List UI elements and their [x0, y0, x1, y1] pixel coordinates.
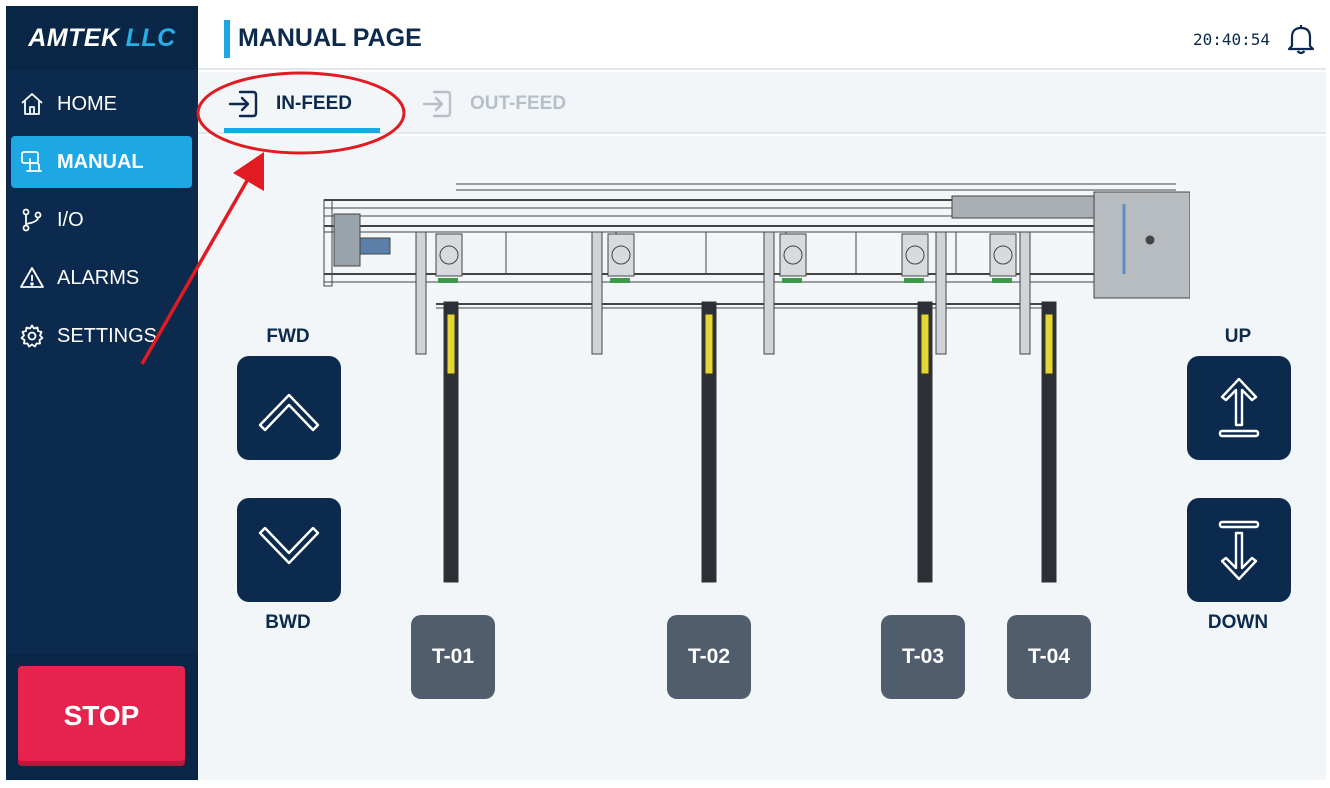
sidebar-item-home[interactable]: HOME [11, 78, 192, 130]
clock: 20:40:54 [1192, 30, 1270, 49]
fwd-label: FWD [266, 326, 310, 347]
gear-icon [20, 324, 44, 348]
sidebar-item-label: I/O [57, 208, 84, 231]
sidebar-item-manual[interactable]: MANUAL [11, 136, 192, 188]
title-accent-bar [224, 20, 230, 58]
sidebar-item-label: ALARMS [57, 266, 140, 289]
down-label: DOWN [1207, 612, 1269, 633]
bwd-label: BWD [265, 612, 311, 633]
forward-button[interactable] [237, 356, 341, 460]
page-title: MANUAL PAGE [238, 24, 422, 52]
sidebar-item-label: HOME [57, 92, 117, 115]
io-branch-icon [22, 208, 42, 232]
sidebar-item-label: SETTINGS [57, 324, 158, 347]
conveyor-machine-drawing [323, 183, 1190, 583]
arrow-down-icon [1218, 520, 1260, 581]
up-button[interactable] [1187, 356, 1291, 460]
home-icon [21, 93, 43, 115]
sidebar-item-settings[interactable]: SETTINGS [11, 310, 192, 362]
chevron-down-icon [258, 526, 320, 565]
sidebar-item-io[interactable]: I/O [11, 194, 192, 246]
backward-button[interactable] [237, 498, 341, 602]
brand-logo: AMTEK LLC [6, 6, 198, 70]
stop-button[interactable]: STOP [18, 666, 185, 766]
arrow-up-icon [1218, 377, 1260, 438]
tower-button-t03[interactable]: T-03 [881, 615, 965, 699]
stop-area: STOP [6, 654, 198, 780]
manual-icon [21, 151, 42, 172]
sidebar-item-label: MANUAL [57, 150, 144, 173]
tab-in-feed[interactable]: IN-FEED [226, 84, 352, 124]
brand-name-part2: LLC [125, 23, 176, 52]
login-arrow-icon [422, 90, 452, 118]
tower-button-t01[interactable]: T-01 [411, 615, 495, 699]
brand-name-part1: AMTEK [28, 23, 120, 52]
bell-icon[interactable] [1284, 22, 1318, 56]
tower-button-t02[interactable]: T-02 [667, 615, 751, 699]
down-button[interactable] [1187, 498, 1291, 602]
alarm-triangle-icon [20, 267, 44, 288]
tab-label: OUT-FEED [470, 93, 567, 114]
header: MANUAL PAGE 20:40:54 [198, 6, 1326, 70]
tab-label: IN-FEED [276, 93, 352, 114]
tab-out-feed[interactable]: OUT-FEED [420, 84, 566, 124]
main-panel: FWD BWD UP DOWN T-01 T-02 T-03 T-04 [198, 136, 1326, 780]
sidebar: AMTEK LLC HOME MANUAL I/O ALARMS SETTINGS… [6, 6, 198, 780]
up-label: UP [1224, 326, 1252, 347]
active-tab-indicator [224, 128, 380, 133]
tower-button-t04[interactable]: T-04 [1007, 615, 1091, 699]
chevron-up-icon [258, 393, 320, 432]
sidebar-item-alarms[interactable]: ALARMS [11, 252, 192, 304]
login-arrow-icon [228, 90, 258, 118]
tab-bar: IN-FEED OUT-FEED [198, 72, 1326, 134]
